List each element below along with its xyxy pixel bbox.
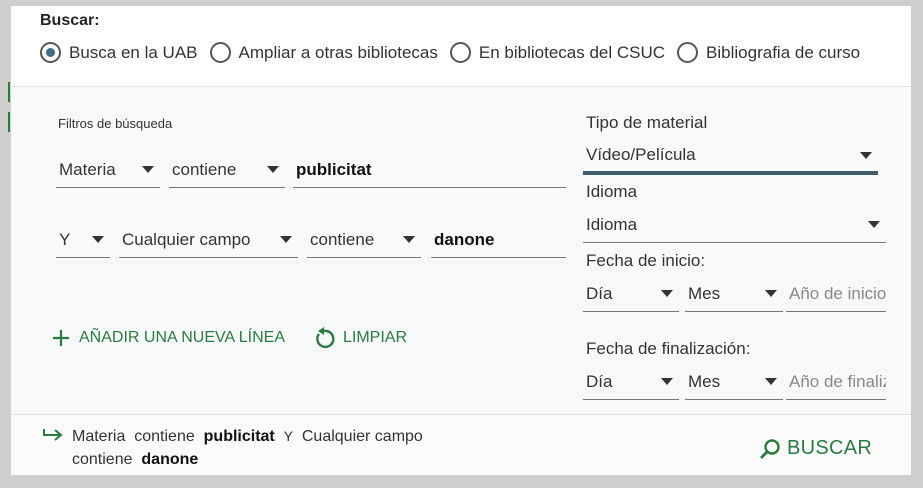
radio-unselected-icon[interactable] xyxy=(677,42,699,63)
chevron-down-icon xyxy=(868,221,880,228)
row2-operator-select[interactable]: Y xyxy=(56,222,110,258)
advanced-search-panel: Buscar: Busca en la UAB Ampliar a otras … xyxy=(11,6,911,475)
row1-term-input[interactable]: publicitat xyxy=(293,152,566,188)
end-year-input[interactable]: Año de finalización xyxy=(786,364,886,400)
row2-term-input[interactable]: danone xyxy=(431,222,566,258)
chevron-down-icon xyxy=(280,236,292,243)
chevron-down-icon xyxy=(267,166,279,173)
search-button-label: BUSCAR xyxy=(787,437,873,459)
summary-value: publicitat xyxy=(203,428,275,445)
start-date-label: Fecha de inicio: xyxy=(586,251,706,270)
summary-field: Cualquier campo xyxy=(301,428,423,445)
scope-option-other-libraries[interactable]: Ampliar a otras bibliotecas xyxy=(209,42,438,63)
chevron-down-icon xyxy=(661,290,673,297)
reset-icon xyxy=(316,327,335,349)
start-day-select[interactable]: Día xyxy=(583,276,679,312)
end-day-value: Día xyxy=(586,371,613,391)
search-scope-section: Buscar: Busca en la UAB Ampliar a otras … xyxy=(11,6,911,87)
summary-field: Materia xyxy=(72,428,126,445)
row1-term-value: publicitat xyxy=(296,159,372,179)
start-year-placeholder: Año de inicio xyxy=(789,283,886,303)
query-summary-bar: Materia contiene publicitat Y Cualquier … xyxy=(11,414,911,475)
scope-radio-group: Busca en la UAB Ampliar a otras bibliote… xyxy=(40,42,872,63)
chevron-down-icon xyxy=(765,290,777,297)
start-month-value: Mes xyxy=(688,283,721,303)
row1-condition-select[interactable]: contiene xyxy=(169,152,285,188)
language-value: Idioma xyxy=(586,214,638,234)
end-day-select[interactable]: Día xyxy=(583,364,679,400)
query-summary: Materia contiene publicitat Y Cualquier … xyxy=(72,425,492,471)
filters-title: Filtros de búsqueda xyxy=(58,116,173,131)
row1-field-value: Materia xyxy=(59,159,116,179)
radio-unselected-icon[interactable] xyxy=(209,42,231,63)
search-icon xyxy=(760,438,780,459)
material-type-select[interactable]: Vídeo/Película xyxy=(583,139,878,175)
arrow-right-icon xyxy=(43,429,63,441)
start-year-input[interactable]: Año de inicio xyxy=(786,276,886,312)
scope-option-course-bibliography[interactable]: Bibliografia de curso xyxy=(677,42,860,63)
language-label: Idioma xyxy=(586,182,638,201)
end-month-select[interactable]: Mes xyxy=(685,364,783,400)
search-button[interactable]: BUSCAR xyxy=(759,437,872,460)
row1-condition-value: contiene xyxy=(172,159,237,179)
summary-condition: contiene xyxy=(134,428,195,445)
row2-condition-select[interactable]: contiene xyxy=(307,222,421,258)
scope-option-csuc[interactable]: En bibliotecas del CSUC xyxy=(449,42,666,63)
radio-selected-icon[interactable] xyxy=(40,42,61,63)
chevron-down-icon xyxy=(92,236,104,243)
clear-button[interactable]: LIMPIAR xyxy=(313,326,407,350)
start-day-value: Día xyxy=(586,283,613,303)
summary-condition: contiene xyxy=(72,451,133,468)
plus-icon xyxy=(53,330,69,346)
row2-condition-value: contiene xyxy=(310,229,375,249)
row2-field-select[interactable]: Cualquier campo xyxy=(119,222,298,258)
end-month-value: Mes xyxy=(688,371,721,391)
start-month-select[interactable]: Mes xyxy=(685,276,783,312)
chevron-down-icon xyxy=(661,378,673,385)
add-line-button[interactable]: AÑADIR UNA NUEVA LÍNEA xyxy=(51,328,285,348)
end-date-label: Fecha de finalización: xyxy=(586,339,751,358)
edge-marker xyxy=(8,82,10,102)
material-type-value: Vídeo/Película xyxy=(586,145,696,164)
scope-option-label: Ampliar a otras bibliotecas xyxy=(238,42,438,62)
clear-label: LIMPIAR xyxy=(343,329,408,346)
chevron-down-icon xyxy=(860,151,872,159)
row2-field-value: Cualquier campo xyxy=(122,229,251,249)
chevron-down-icon xyxy=(142,166,154,173)
scope-option-uab[interactable]: Busca en la UAB xyxy=(40,42,198,63)
material-type-label: Tipo de material xyxy=(586,113,708,132)
radio-unselected-icon[interactable] xyxy=(449,42,471,63)
row1-field-select[interactable]: Materia xyxy=(56,152,160,188)
language-select[interactable]: Idioma xyxy=(583,207,886,243)
edge-marker xyxy=(8,112,10,132)
search-scope-label: Buscar: xyxy=(40,12,100,29)
chevron-down-icon xyxy=(765,378,777,385)
row2-operator-value: Y xyxy=(59,229,71,249)
end-year-placeholder: Año de finalización xyxy=(789,371,886,391)
summary-value: danone xyxy=(141,451,199,468)
chevron-down-icon xyxy=(403,236,415,243)
summary-operator: Y xyxy=(283,428,293,444)
scope-option-label: Bibliografia de curso xyxy=(706,42,861,62)
row2-term-value: danone xyxy=(434,229,495,249)
scope-option-label: En bibliotecas del CSUC xyxy=(478,42,666,62)
scope-option-label: Busca en la UAB xyxy=(69,42,198,62)
add-line-label: AÑADIR UNA NUEVA LÍNEA xyxy=(79,329,285,346)
